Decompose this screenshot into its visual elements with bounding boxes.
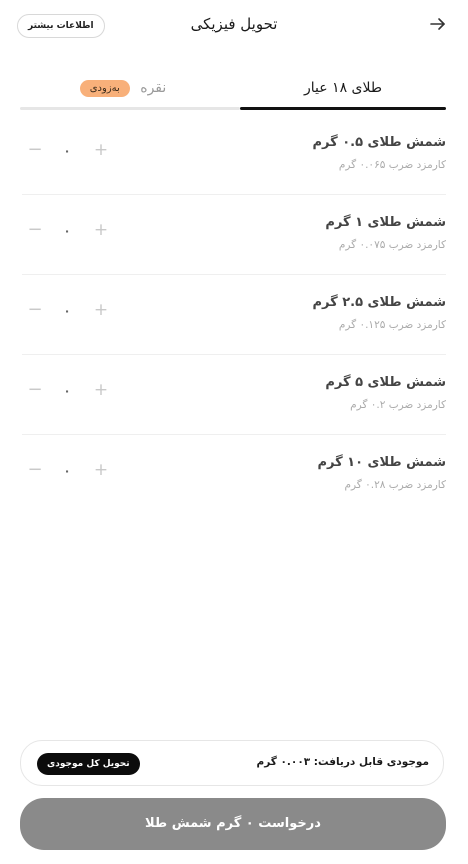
tab-underline-active — [240, 107, 446, 110]
list-item: شمش طلای ۵ گرم کارمزد ضرب ۰.۲ گرم − ۰ + — [22, 355, 446, 435]
item-fee: کارمزد ضرب ۰.۲۸ گرم — [344, 479, 446, 491]
quantity-value: ۰ — [63, 144, 71, 158]
tab-underline-inactive — [20, 107, 240, 110]
quantity-stepper: − ۰ + — [22, 139, 112, 163]
request-button[interactable]: درخواست ۰ گرم شمش طلا — [20, 798, 446, 850]
plus-button[interactable]: + — [92, 299, 110, 321]
quantity-stepper: − ۰ + — [22, 459, 112, 483]
tab-silver: به‌زودی نقره — [20, 70, 226, 110]
balance-box: موجودی قابل دریافت: ۰.۰۰۳ گرم تحویل کل م… — [20, 740, 444, 786]
minus-button[interactable]: − — [26, 299, 44, 321]
list-item: شمش طلای ۱ گرم کارمزد ضرب ۰.۰۷۵ گرم − ۰ … — [22, 195, 446, 275]
item-name: شمش طلای ۰.۵ گرم — [312, 135, 446, 150]
list-item: شمش طلای ۲.۵ گرم کارمزد ضرب ۰.۱۲۵ گرم − … — [22, 275, 446, 355]
tabs: طلای ۱۸ عیار به‌زودی نقره — [20, 70, 446, 112]
item-name: شمش طلای ۵ گرم — [325, 375, 446, 390]
item-name: شمش طلای ۲.۵ گرم — [312, 295, 446, 310]
header: تحویل فیزیکی اطلاعات بیشتر — [0, 0, 468, 52]
tab-gold-label: طلای ۱۸ عیار — [303, 80, 382, 96]
item-fee: کارمزد ضرب ۰.۲ گرم — [350, 399, 446, 411]
minus-button[interactable]: − — [26, 459, 44, 481]
plus-button[interactable]: + — [92, 139, 110, 161]
minus-button[interactable]: − — [26, 379, 44, 401]
quantity-stepper: − ۰ + — [22, 379, 112, 403]
more-info-button[interactable]: اطلاعات بیشتر — [17, 14, 105, 38]
item-fee: کارمزد ضرب ۰.۱۲۵ گرم — [338, 319, 446, 331]
item-fee: کارمزد ضرب ۰.۰۶۵ گرم — [338, 159, 446, 171]
tab-gold[interactable]: طلای ۱۸ عیار — [240, 70, 446, 110]
plus-button[interactable]: + — [92, 219, 110, 241]
plus-button[interactable]: + — [92, 459, 110, 481]
quantity-value: ۰ — [63, 224, 71, 238]
coming-soon-badge: به‌زودی — [79, 79, 130, 97]
arrow-right-icon[interactable] — [428, 14, 448, 34]
item-fee: کارمزد ضرب ۰.۰۷۵ گرم — [338, 239, 446, 251]
quantity-value: ۰ — [63, 384, 71, 398]
quantity-value: ۰ — [63, 464, 71, 478]
quantity-stepper: − ۰ + — [22, 219, 112, 243]
quantity-stepper: − ۰ + — [22, 299, 112, 323]
plus-button[interactable]: + — [92, 379, 110, 401]
deliver-all-button[interactable]: تحویل کل موجودی — [37, 753, 140, 775]
list-item: شمش طلای ۰.۵ گرم کارمزد ضرب ۰.۰۶۵ گرم − … — [22, 115, 446, 195]
item-name: شمش طلای ۱ گرم — [325, 215, 446, 230]
minus-button[interactable]: − — [26, 139, 44, 161]
quantity-value: ۰ — [63, 304, 71, 318]
available-balance: موجودی قابل دریافت: ۰.۰۰۳ گرم — [256, 756, 429, 768]
minus-button[interactable]: − — [26, 219, 44, 241]
list-item: شمش طلای ۱۰ گرم کارمزد ضرب ۰.۲۸ گرم − ۰ … — [22, 435, 446, 515]
item-name: شمش طلای ۱۰ گرم — [317, 455, 446, 470]
tab-silver-label: نقره — [140, 80, 167, 96]
